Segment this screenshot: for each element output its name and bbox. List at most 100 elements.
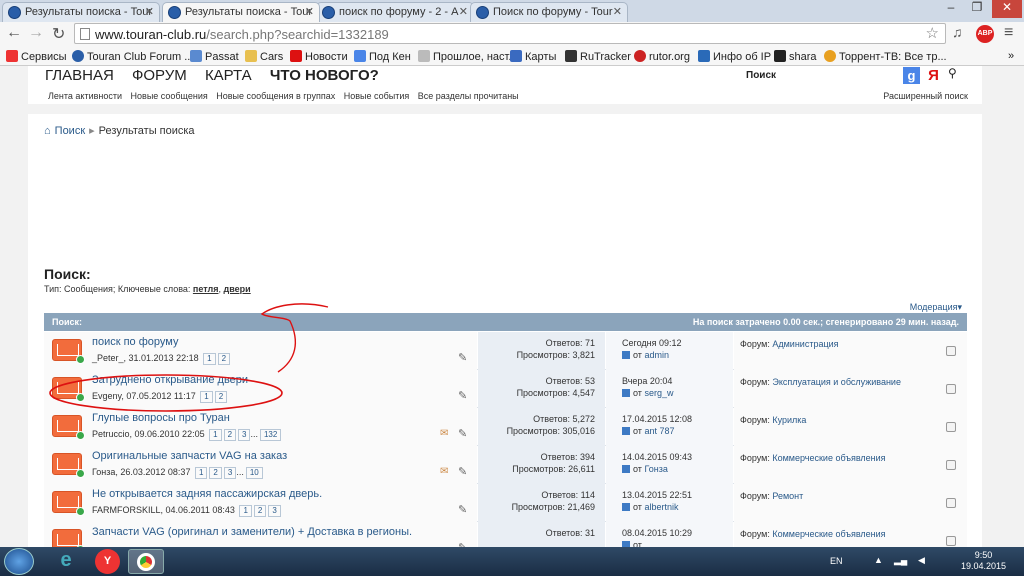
subnav-mark-read[interactable]: Все разделы прочитаны — [418, 91, 519, 101]
bookmark-item[interactable]: rutor.org — [634, 50, 690, 63]
browser-tab[interactable]: Поиск по форуму - Tour ✕ — [470, 2, 628, 22]
close-tab-icon[interactable]: ✕ — [459, 5, 468, 18]
address-bar[interactable]: www.touran-club.ru/search.php?searchid=1… — [74, 23, 946, 44]
bookmark-star-icon[interactable]: ☆ — [926, 24, 939, 42]
header-search-label[interactable]: Поиск — [746, 70, 776, 81]
thread-title-link[interactable]: Не открывается задняя пассажирская дверь… — [92, 488, 322, 500]
subnav-new-group-posts[interactable]: Новые сообщения в группах — [216, 91, 335, 101]
page-link[interactable]: 2 — [214, 391, 228, 403]
extension-icon[interactable]: ♫ — [952, 24, 963, 40]
bookmark-item[interactable]: Сервисы — [6, 50, 67, 63]
page-link[interactable]: 1 — [203, 353, 216, 365]
forum-link[interactable]: Администрация — [772, 339, 838, 349]
thread-title-link[interactable]: Глупые вопросы про Туран — [92, 412, 230, 424]
last-poster-link[interactable]: admin — [644, 350, 669, 360]
keyword-link[interactable]: петля — [193, 284, 219, 294]
search-icon[interactable]: ⚲ — [948, 66, 957, 80]
browser-tab[interactable]: поиск по форуму - 2 - А ✕ — [316, 2, 474, 22]
subnav-activity[interactable]: Лента активности — [48, 91, 122, 101]
bookmark-item[interactable]: Под Кен — [354, 50, 411, 63]
ie-icon[interactable]: e — [48, 549, 84, 574]
page-link[interactable]: 10 — [245, 467, 263, 479]
minimize-icon[interactable]: ‒ — [938, 0, 964, 18]
browser-tab[interactable]: Результаты поиска - Tour ✕ — [2, 2, 160, 22]
nav-whats-new[interactable]: ЧТО НОВОГО? — [270, 67, 379, 84]
select-checkbox[interactable] — [946, 498, 956, 508]
bookmark-item[interactable]: Touran Club Forum ... — [72, 50, 193, 63]
forward-icon[interactable]: → — [28, 24, 44, 42]
bookmark-item[interactable]: Прошлое, наст. — [418, 50, 511, 63]
thread-title-link[interactable]: Оригинальные запчасти VAG на заказ — [92, 450, 287, 462]
thread-title-link[interactable]: Запчасти VAG (оригинал и заменители) + Д… — [92, 526, 412, 538]
page-link[interactable]: 1 — [200, 391, 213, 403]
select-checkbox[interactable] — [946, 346, 956, 356]
bookmark-item[interactable]: shara — [774, 50, 817, 63]
select-checkbox[interactable] — [946, 384, 956, 394]
close-tab-icon[interactable]: ✕ — [305, 5, 314, 18]
volume-icon[interactable]: ◀ — [918, 555, 925, 566]
page-link[interactable]: 1 — [194, 467, 208, 479]
bookmark-item[interactable]: Новости — [290, 50, 348, 63]
yandex-search-icon[interactable]: Я — [925, 67, 942, 84]
page-link[interactable]: 1 — [209, 429, 222, 441]
page-link[interactable]: 3 — [238, 429, 251, 441]
select-checkbox[interactable] — [946, 422, 956, 432]
clock[interactable]: 9:50 19.04.2015 — [961, 550, 1006, 572]
bookmark-item[interactable]: Passat — [190, 50, 239, 63]
last-poster-link[interactable]: Гонза — [644, 464, 667, 474]
subnav-new-events[interactable]: Новые события — [344, 91, 410, 101]
back-icon[interactable]: ← — [6, 24, 22, 42]
forum-link[interactable]: Ремонт — [772, 491, 803, 501]
page-link[interactable]: 132 — [259, 429, 282, 441]
bookmark-item[interactable]: Cars — [245, 50, 283, 63]
close-window-icon[interactable]: ✕ — [992, 0, 1022, 18]
reload-icon[interactable]: ↻ — [52, 24, 65, 44]
network-icon[interactable]: ▲ — [874, 555, 883, 565]
nav-map[interactable]: КАРТА — [205, 67, 252, 84]
page-link[interactable]: 1 — [239, 505, 252, 517]
bookmark-item[interactable]: Торрент-ТВ: Все тр... — [824, 50, 947, 63]
browser-tab-active[interactable]: Результаты поиска - Tour ✕ — [162, 2, 320, 22]
last-poster-link[interactable]: albertnik — [644, 502, 678, 512]
last-poster-link[interactable]: ant 787 — [644, 426, 674, 436]
start-button-icon[interactable] — [4, 548, 34, 575]
keyword-link[interactable]: двери — [224, 284, 251, 294]
bookmark-item[interactable]: RuTracker — [565, 50, 631, 63]
page-link[interactable]: 3 — [223, 467, 237, 479]
forum-link[interactable]: Коммерческие объявления — [772, 529, 885, 539]
close-tab-icon[interactable]: ✕ — [145, 5, 154, 18]
breadcrumb-search[interactable]: Поиск — [55, 125, 85, 137]
last-poster-link[interactable]: serg_w — [644, 388, 673, 398]
google-search-icon[interactable]: g — [903, 67, 920, 84]
signal-icon[interactable]: ▂▄ — [894, 555, 907, 566]
forum-link[interactable]: Коммерческие объявления — [772, 453, 885, 463]
goto-last-post-icon[interactable] — [622, 351, 630, 359]
moderation-dropdown[interactable]: Модерация▾ — [910, 302, 962, 313]
more-bookmarks-icon[interactable]: » — [1008, 50, 1014, 62]
select-checkbox[interactable] — [946, 460, 956, 470]
subnav-new-posts[interactable]: Новые сообщения — [131, 91, 208, 101]
adblock-icon[interactable]: ABP — [976, 25, 994, 43]
language-indicator[interactable]: EN — [830, 556, 843, 566]
yandex-browser-icon[interactable]: Y — [95, 549, 120, 574]
maximize-icon[interactable]: ❐ — [964, 0, 990, 18]
nav-home[interactable]: ГЛАВНАЯ — [45, 67, 114, 84]
forum-link[interactable]: Эксплуатация и обслуживание — [772, 377, 901, 387]
close-tab-icon[interactable]: ✕ — [613, 5, 622, 18]
forum-link[interactable]: Курилка — [772, 415, 806, 425]
page-link[interactable]: 2 — [223, 429, 237, 441]
bookmark-item[interactable]: Инфо об IP — [698, 50, 771, 63]
thread-title-link[interactable]: Затруднено открывание двери — [92, 374, 248, 386]
advanced-search-link[interactable]: Расширенный поиск — [883, 91, 968, 101]
menu-icon[interactable]: ≡ — [1004, 24, 1013, 42]
page-link[interactable]: 2 — [209, 467, 222, 479]
page-link[interactable]: 2 — [217, 353, 231, 365]
page-link[interactable]: 3 — [268, 505, 281, 517]
thread-title-link[interactable]: поиск по форуму — [92, 336, 178, 348]
chrome-icon[interactable] — [128, 549, 164, 574]
goto-last-post-icon[interactable] — [622, 427, 630, 435]
page-link[interactable]: 2 — [253, 505, 267, 517]
goto-last-post-icon[interactable] — [622, 389, 630, 397]
goto-last-post-icon[interactable] — [622, 465, 630, 473]
select-checkbox[interactable] — [946, 536, 956, 546]
